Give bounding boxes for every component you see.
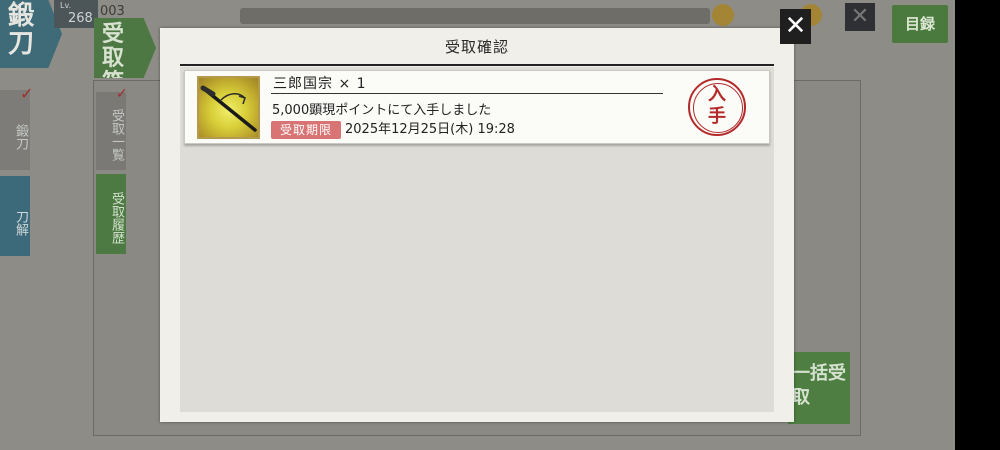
sub-count: 003: [100, 4, 125, 19]
bulk-receive-button[interactable]: 一括受取: [788, 352, 850, 424]
close-button[interactable]: ✕: [780, 9, 811, 44]
catalog-button[interactable]: 目録: [892, 5, 948, 43]
divider: [180, 64, 774, 66]
dialog-title: 受取確認: [444, 38, 509, 56]
check-icon: ✓: [20, 84, 34, 103]
check-icon: ✓: [116, 86, 128, 102]
level-value: 268: [68, 11, 93, 26]
background-close-button[interactable]: ✕: [845, 3, 875, 31]
limit-date: 2025年12月25日(木) 19:28: [345, 122, 515, 137]
forge-header-tab: 鍛刀: [0, 0, 62, 68]
sword-icon: [197, 76, 260, 139]
sub-tab-receive-history[interactable]: 受取履歴: [96, 174, 126, 254]
obtained-stamp-label: 入手: [708, 84, 726, 127]
sub-tab-receive-list[interactable]: 受取一覧: [96, 92, 126, 170]
item-description: 5,000顕現ポイントにて入手しました: [272, 103, 492, 118]
receive-box-tab: 受取箱: [94, 18, 156, 78]
item-name: 三郎国宗 × 1: [273, 76, 367, 92]
level-box: Lv. 268: [54, 0, 98, 28]
forge-header-label: 鍛刀: [8, 1, 35, 59]
obtained-stamp: 入手: [688, 78, 746, 136]
letterbox-edge: [955, 0, 1000, 450]
list-item[interactable]: 三郎国宗 × 1 5,000顕現ポイントにて入手しました 受取期限 2025年1…: [184, 70, 770, 144]
coin-icon: [712, 4, 734, 26]
divider: [271, 93, 663, 94]
resource-bar: [240, 8, 710, 24]
limit-badge: 受取期限: [271, 121, 341, 139]
side-tab-dismantle[interactable]: 刀解: [0, 176, 30, 256]
level-prefix: Lv.: [60, 1, 72, 10]
